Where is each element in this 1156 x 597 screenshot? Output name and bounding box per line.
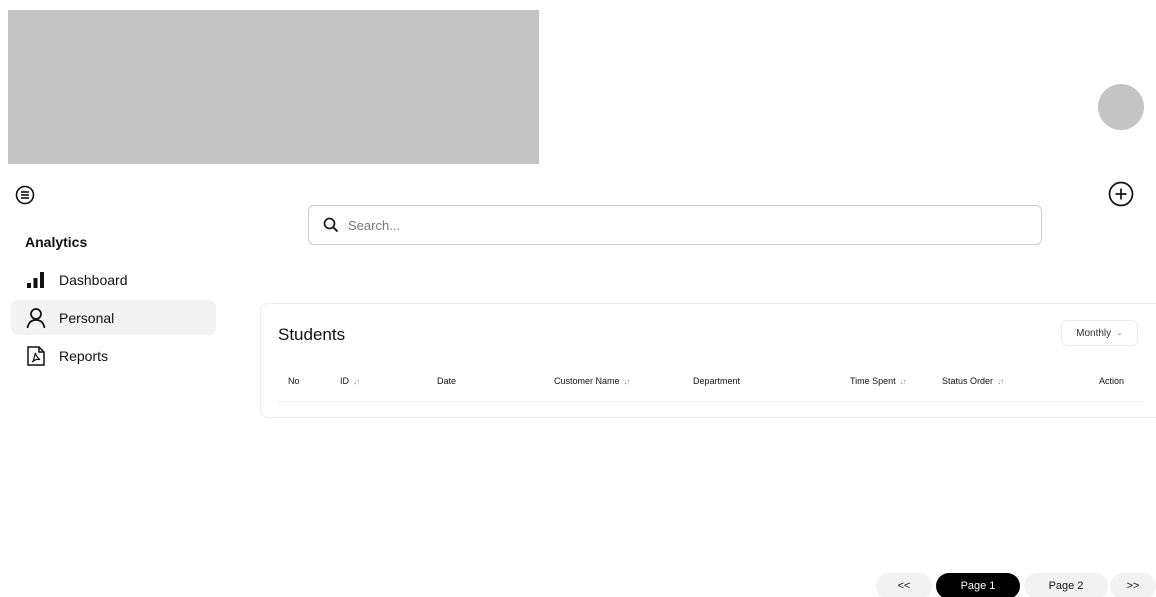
pagination-page-2-button[interactable]: Page 2 [1024,573,1108,597]
students-card: Students Monthly ⌄ No ID ↓↑ Date Customer… [260,303,1156,418]
sort-icon[interactable]: ↓↑ [900,377,907,386]
period-value: Monthly [1076,327,1112,339]
column-id[interactable]: ID ↓↑ [340,376,360,386]
sidebar-item-label: Dashboard [59,271,128,288]
user-icon [25,307,47,329]
banner-placeholder [8,10,539,164]
column-status-order[interactable]: Status Order ↓↑ [942,376,1004,386]
chevron-down-icon: ⌄ [1116,327,1123,337]
sidebar-item-personal[interactable]: Personal [11,300,216,335]
add-icon[interactable] [1107,180,1135,208]
sidebar-item-label: Reports [59,347,109,364]
avatar[interactable] [1098,84,1144,130]
sort-icon[interactable]: ↓↑ [997,377,1004,386]
search-icon [323,217,339,233]
pagination-prev-button[interactable]: << [876,573,932,597]
pagination-page-1-button[interactable]: Page 1 [936,573,1020,597]
period-dropdown[interactable]: Monthly ⌄ [1061,320,1138,346]
sidebar-heading: Analytics [25,234,88,250]
menu-icon[interactable] [15,185,35,205]
column-time-spent[interactable]: Time Spent ↓↑ [850,376,907,386]
sidebar-item-reports[interactable]: Reports [11,338,216,373]
column-customer-name[interactable]: Customer Name ↓↑ [554,376,631,386]
search-bar[interactable] [308,205,1042,245]
sort-icon[interactable]: ↓↑ [624,377,631,386]
sidebar-item-dashboard[interactable]: Dashboard [11,262,216,297]
column-no: No [288,376,300,386]
sidebar-item-label: Personal [59,309,115,326]
column-action: Action [1099,376,1125,386]
column-department: Department [693,376,741,386]
bar-chart-icon [25,269,47,291]
table-header: No ID ↓↑ Date Customer Name ↓↑ Department … [277,364,1144,402]
sort-icon[interactable]: ↓↑ [353,377,360,386]
pagination-next-button[interactable]: >> [1110,573,1156,597]
column-date: Date [437,376,457,386]
pdf-file-icon [25,345,47,367]
card-title: Students [278,325,346,344]
search-input[interactable] [348,217,1008,233]
